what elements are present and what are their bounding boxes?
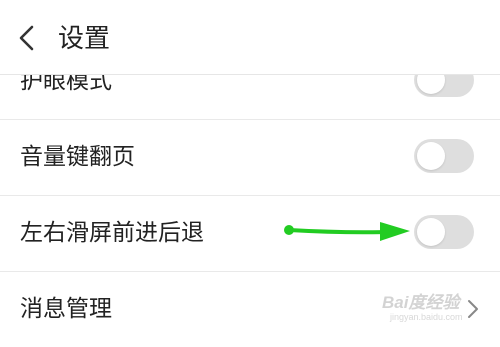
page-title: 设置 <box>58 24 111 54</box>
chevron-left-icon <box>19 25 34 51</box>
setting-label: 左右滑屏前进后退 <box>20 220 204 246</box>
chevron-right-icon <box>468 300 478 318</box>
setting-row-swipe-navigation[interactable]: 左右滑屏前进后退 <box>0 195 500 272</box>
swipe-navigation-toggle[interactable] <box>414 215 474 249</box>
setting-label: 消息管理 <box>20 296 112 322</box>
volume-page-turn-toggle[interactable] <box>414 139 474 173</box>
toggle-knob <box>417 218 445 246</box>
header-bar: 设置 <box>0 0 500 75</box>
setting-row-message-management[interactable]: 消息管理 <box>0 271 500 347</box>
toggle-knob <box>417 142 445 170</box>
setting-row-volume-page-turn[interactable]: 音量键翻页 <box>0 119 500 196</box>
back-button[interactable] <box>12 22 44 54</box>
setting-label: 音量键翻页 <box>20 144 135 170</box>
